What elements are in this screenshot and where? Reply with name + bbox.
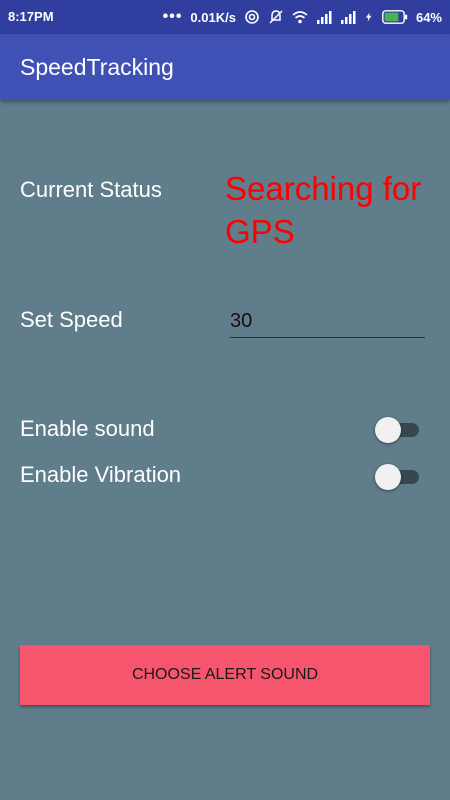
switch-thumb bbox=[375, 464, 401, 490]
app-title: SpeedTracking bbox=[20, 54, 174, 80]
mute-icon bbox=[269, 10, 283, 24]
more-notifications-icon: ••• bbox=[162, 8, 183, 25]
status-time: 8:17PM bbox=[8, 9, 54, 24]
battery-percent: 64% bbox=[415, 9, 442, 25]
status-icons: ••• 0.01K/s 64% bbox=[163, 6, 442, 28]
enable-vibration-label: Enable Vibration bbox=[20, 462, 182, 487]
choose-alert-sound-button[interactable]: CHOOSE ALERT SOUND bbox=[20, 645, 430, 705]
hotspot-icon bbox=[245, 10, 259, 24]
app-bar: SpeedTracking bbox=[0, 34, 450, 100]
set-speed-input[interactable] bbox=[230, 305, 425, 338]
enable-vibration-switch[interactable] bbox=[375, 464, 421, 490]
switch-thumb bbox=[375, 417, 401, 443]
wifi-icon bbox=[292, 11, 308, 24]
enable-sound-label: Enable sound bbox=[20, 416, 155, 441]
current-status-value: Searching for GPS bbox=[225, 170, 422, 250]
status-bar: 8:17PM ••• 0.01K/s 64% bbox=[0, 0, 450, 34]
charging-icon bbox=[365, 12, 372, 22]
network-speed: 0.01K/s bbox=[190, 9, 236, 25]
enable-sound-switch[interactable] bbox=[375, 417, 421, 443]
current-status-label: Current Status bbox=[20, 177, 162, 202]
signal-icon bbox=[340, 11, 356, 24]
battery-icon bbox=[382, 10, 408, 24]
set-speed-label: Set Speed bbox=[20, 307, 123, 332]
signal-icon bbox=[316, 11, 332, 24]
